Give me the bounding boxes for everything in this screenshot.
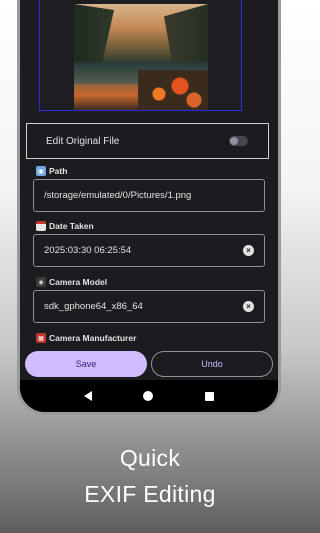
path-label-text: Path bbox=[49, 166, 68, 176]
caption-line-1: Quick bbox=[119, 445, 181, 471]
camera-model-value: sdk_gphone64_x86_64 bbox=[44, 301, 143, 312]
preview-photo bbox=[74, 4, 208, 110]
switch-knob bbox=[230, 137, 238, 145]
camera-model-field[interactable]: sdk_gphone64_x86_64 × bbox=[33, 290, 265, 323]
camera-model-label: ◉ Camera Model bbox=[36, 277, 107, 287]
camera-manufacturer-label: ▦ Camera Manufacturer bbox=[36, 333, 136, 343]
clear-model-icon[interactable]: × bbox=[243, 301, 254, 312]
path-field[interactable]: /storage/emulated/0/Pictures/1.png bbox=[33, 179, 265, 212]
date-taken-label: Date Taken bbox=[36, 221, 94, 231]
camera-manufacturer-label-text: Camera Manufacturer bbox=[49, 333, 137, 343]
phone-frame: Edit Original File ▣ Path /storage/emula… bbox=[17, 0, 281, 415]
date-value: 2025:03:30 06:25:54 bbox=[44, 245, 132, 256]
undo-button[interactable]: Undo bbox=[151, 351, 273, 377]
edit-original-switch[interactable] bbox=[229, 136, 248, 146]
back-icon[interactable] bbox=[83, 391, 92, 401]
calendar-icon bbox=[36, 221, 46, 231]
path-label: ▣ Path bbox=[36, 166, 67, 176]
system-nav-bar bbox=[20, 380, 278, 412]
recents-icon[interactable] bbox=[205, 391, 215, 401]
app-screen: Edit Original File ▣ Path /storage/emula… bbox=[20, 0, 278, 412]
path-value: /storage/emulated/0/Pictures/1.png bbox=[44, 190, 192, 201]
date-label-text: Date Taken bbox=[49, 221, 94, 231]
factory-icon: ▦ bbox=[36, 333, 46, 343]
edit-original-label: Edit Original File bbox=[46, 135, 120, 147]
framed-picture-icon: ▣ bbox=[36, 166, 46, 176]
caption-line-2: EXIF Editing bbox=[84, 481, 216, 507]
camera-model-label-text: Camera Model bbox=[49, 277, 108, 287]
edit-original-toggle-row[interactable]: Edit Original File bbox=[26, 123, 269, 159]
date-taken-field[interactable]: 2025:03:30 06:25:54 × bbox=[33, 234, 265, 267]
home-icon[interactable] bbox=[143, 391, 154, 401]
save-button[interactable]: Save bbox=[25, 351, 147, 377]
image-preview bbox=[39, 0, 242, 111]
camera-icon: ◉ bbox=[36, 277, 46, 287]
clear-date-icon[interactable]: × bbox=[243, 245, 254, 256]
